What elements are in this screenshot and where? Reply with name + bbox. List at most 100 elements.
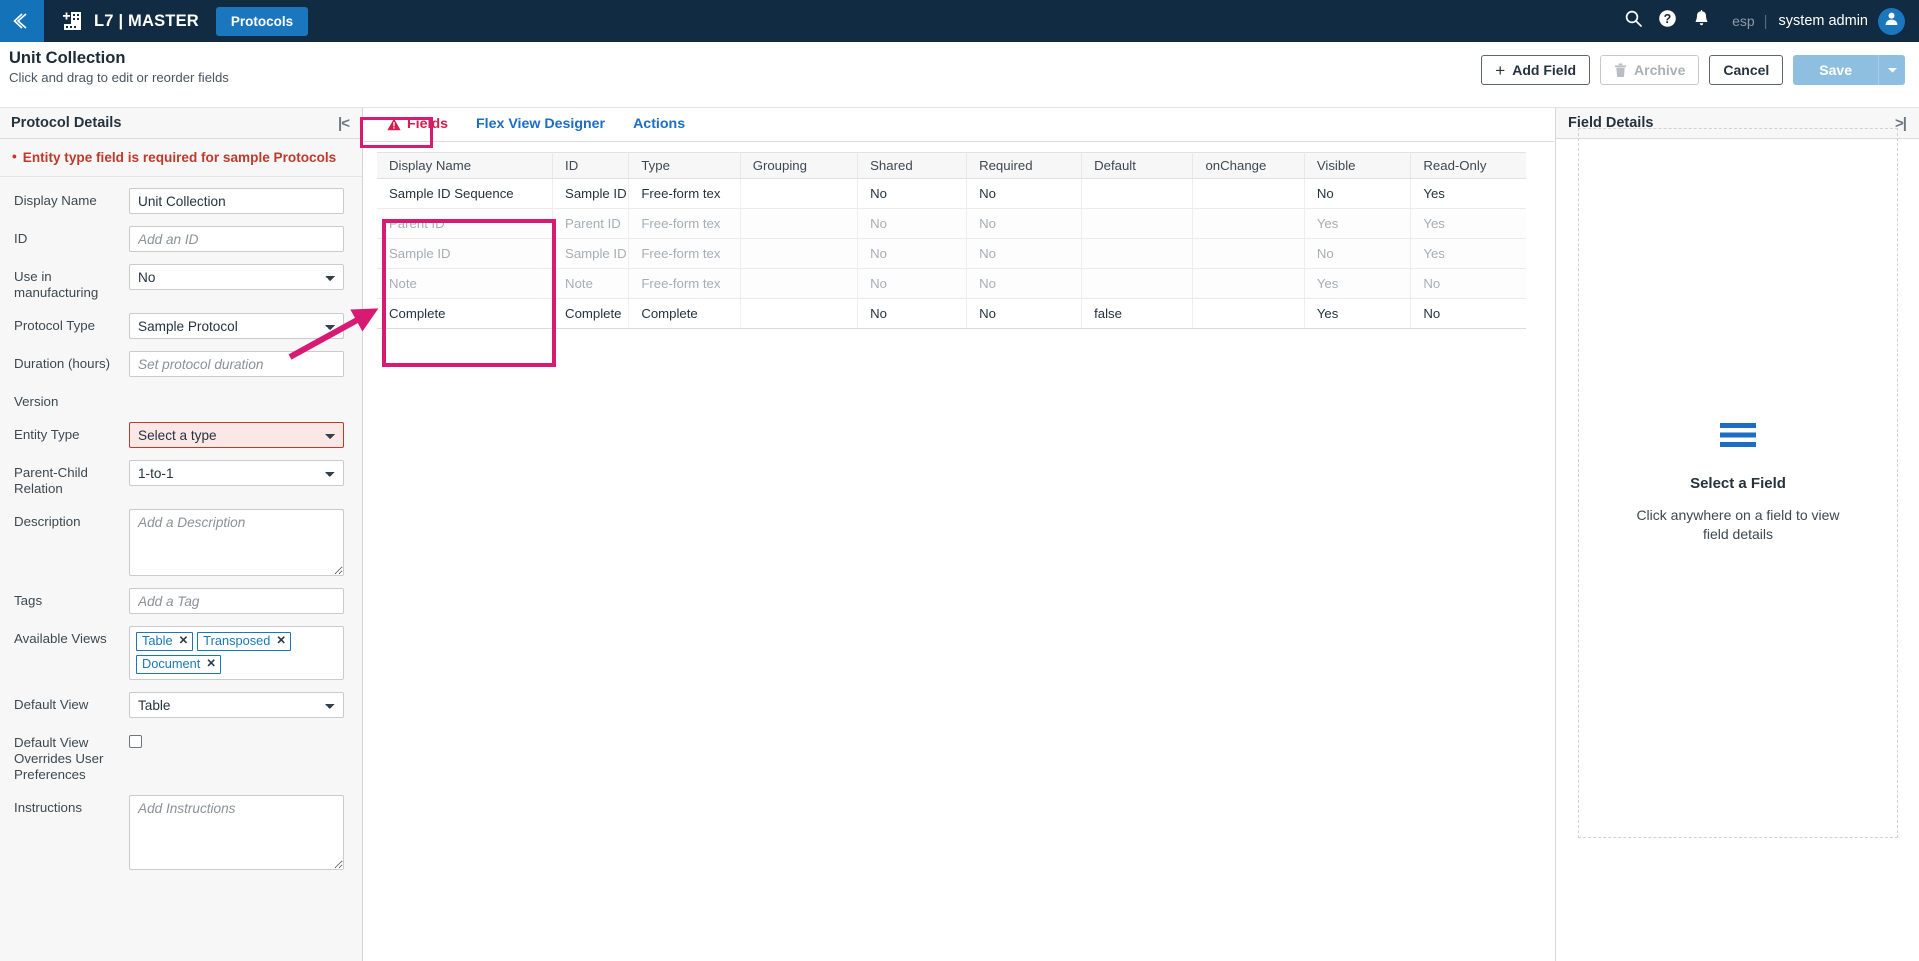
- tab-fields[interactable]: Fields: [373, 116, 462, 141]
- table-cell[interactable]: No: [1410, 298, 1526, 329]
- table-cell[interactable]: Note: [552, 268, 630, 299]
- table-column-header[interactable]: Visible: [1304, 152, 1412, 179]
- table-cell[interactable]: No: [966, 238, 1083, 269]
- table-cell[interactable]: [1081, 208, 1194, 239]
- archive-button[interactable]: Archive: [1600, 55, 1700, 85]
- table-row[interactable]: Parent ID Parent ID Free-form tex No No Yes Ye…: [377, 208, 1526, 239]
- close-x-icon[interactable]: ✕: [206, 657, 216, 671]
- table-cell[interactable]: Yes: [1410, 208, 1526, 239]
- save-dropdown-button[interactable]: [1878, 55, 1905, 85]
- use-in-manufacturing-select[interactable]: No: [129, 264, 344, 290]
- table-cell[interactable]: Free-form tex: [628, 208, 741, 239]
- table-cell[interactable]: Yes: [1410, 178, 1526, 209]
- cancel-button[interactable]: Cancel: [1709, 55, 1784, 85]
- table-cell[interactable]: Sample ID: [552, 178, 630, 209]
- table-cell[interactable]: No: [966, 268, 1083, 299]
- table-cell[interactable]: No: [857, 298, 968, 329]
- table-cell[interactable]: No: [857, 208, 968, 239]
- table-cell[interactable]: [1192, 268, 1305, 299]
- nav-tab-protocols[interactable]: Protocols: [215, 6, 309, 36]
- default-view-overrides-checkbox[interactable]: [129, 735, 142, 748]
- search-button[interactable]: [1616, 0, 1650, 42]
- table-cell[interactable]: Yes: [1410, 238, 1526, 269]
- available-view-tag[interactable]: Transposed ✕: [197, 632, 291, 651]
- table-column-header[interactable]: Type: [628, 152, 741, 179]
- table-cell[interactable]: [740, 298, 859, 329]
- table-cell[interactable]: No: [1304, 178, 1412, 209]
- help-button[interactable]: ?: [1650, 0, 1684, 42]
- table-cell[interactable]: Parent ID: [377, 208, 554, 239]
- table-row[interactable]: Sample ID Sequence Sample ID Free-form tex…: [377, 178, 1526, 209]
- close-x-icon[interactable]: ✕: [179, 634, 189, 648]
- table-column-header[interactable]: Grouping: [740, 152, 859, 179]
- table-row[interactable]: Sample ID Sample ID Free-form tex No No No Yes: [377, 238, 1526, 269]
- table-cell[interactable]: No: [966, 208, 1083, 239]
- tab-flex-view-designer[interactable]: Flex View Designer: [462, 116, 619, 141]
- table-cell[interactable]: [1192, 298, 1305, 329]
- table-cell[interactable]: [1192, 238, 1305, 269]
- table-row[interactable]: Note Note Free-form tex No No Yes No: [377, 268, 1526, 299]
- table-cell[interactable]: Sample ID: [552, 238, 630, 269]
- table-cell[interactable]: [1081, 238, 1194, 269]
- table-cell[interactable]: [1192, 178, 1305, 209]
- table-cell[interactable]: No: [857, 238, 968, 269]
- table-cell[interactable]: Free-form tex: [628, 268, 741, 299]
- available-view-tag[interactable]: Table ✕: [136, 632, 194, 651]
- table-column-header[interactable]: Display Name: [377, 152, 554, 179]
- description-textarea[interactable]: [129, 509, 344, 576]
- table-column-header[interactable]: onChange: [1192, 152, 1305, 179]
- table-cell[interactable]: [740, 268, 859, 299]
- table-cell[interactable]: [740, 238, 859, 269]
- table-cell[interactable]: Yes: [1304, 298, 1412, 329]
- table-cell[interactable]: Complete: [552, 298, 630, 329]
- table-cell[interactable]: [740, 178, 859, 209]
- display-name-input[interactable]: [129, 188, 344, 214]
- avatar[interactable]: [1878, 7, 1905, 35]
- table-cell[interactable]: No: [857, 268, 968, 299]
- tags-input[interactable]: [129, 588, 344, 614]
- table-cell[interactable]: Complete: [377, 298, 554, 329]
- duration-input[interactable]: [129, 351, 344, 377]
- tab-actions[interactable]: Actions: [619, 116, 699, 141]
- table-cell[interactable]: [1081, 178, 1194, 209]
- back-button[interactable]: [0, 0, 44, 42]
- add-field-button[interactable]: + Add Field: [1481, 55, 1591, 85]
- language-selector[interactable]: esp: [1732, 13, 1755, 29]
- table-row[interactable]: Complete Complete Complete No No false Yes No: [377, 298, 1526, 329]
- table-cell[interactable]: Free-form tex: [628, 178, 741, 209]
- instructions-textarea[interactable]: [129, 795, 344, 870]
- table-cell[interactable]: No: [857, 178, 968, 209]
- table-column-header[interactable]: Read-Only: [1410, 152, 1526, 179]
- id-input[interactable]: [129, 226, 344, 252]
- protocol-type-select[interactable]: Sample Protocol: [129, 313, 344, 339]
- table-cell[interactable]: Sample ID: [377, 238, 554, 269]
- table-cell[interactable]: Yes: [1304, 268, 1412, 299]
- close-x-icon[interactable]: ✕: [276, 634, 286, 648]
- user-name-label[interactable]: system admin: [1779, 13, 1868, 29]
- table-column-header[interactable]: Default: [1081, 152, 1194, 179]
- table-cell[interactable]: No: [1410, 268, 1526, 299]
- table-cell[interactable]: No: [966, 178, 1083, 209]
- table-cell[interactable]: Yes: [1304, 208, 1412, 239]
- table-cell[interactable]: No: [966, 298, 1083, 329]
- table-cell[interactable]: Note: [377, 268, 554, 299]
- table-cell[interactable]: Complete: [628, 298, 741, 329]
- save-button[interactable]: Save: [1793, 55, 1878, 85]
- entity-type-select[interactable]: Select a type: [129, 422, 344, 448]
- available-views-tagbox[interactable]: Table ✕ Transposed ✕ Document ✕: [129, 626, 344, 680]
- notifications-button[interactable]: [1684, 0, 1718, 42]
- default-view-select[interactable]: Table: [129, 692, 344, 718]
- table-cell[interactable]: [740, 208, 859, 239]
- table-cell[interactable]: Sample ID Sequence: [377, 178, 554, 209]
- parent-child-relation-select[interactable]: 1-to-1: [129, 460, 344, 486]
- table-cell[interactable]: [1081, 268, 1194, 299]
- collapse-left-icon[interactable]: |<: [338, 115, 350, 132]
- table-cell[interactable]: [1192, 208, 1305, 239]
- table-column-header[interactable]: Required: [966, 152, 1083, 179]
- available-view-tag[interactable]: Document ✕: [136, 655, 221, 674]
- table-cell[interactable]: Free-form tex: [628, 238, 741, 269]
- table-cell[interactable]: Parent ID: [552, 208, 630, 239]
- table-column-header[interactable]: Shared: [857, 152, 968, 179]
- table-cell[interactable]: No: [1304, 238, 1412, 269]
- table-column-header[interactable]: ID: [552, 152, 630, 179]
